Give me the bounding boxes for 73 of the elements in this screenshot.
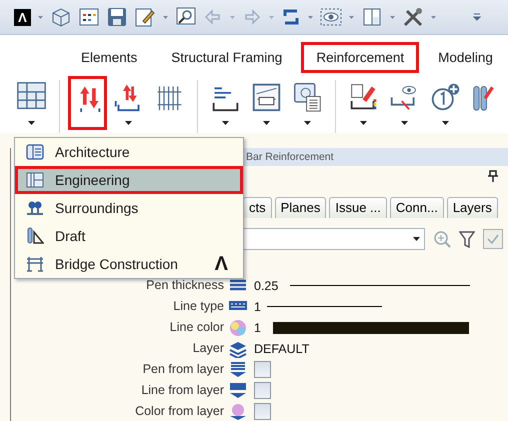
caret-icon[interactable] — [222, 121, 229, 125]
eye-icon[interactable] — [320, 6, 342, 28]
checkbox[interactable] — [254, 403, 271, 420]
property-value[interactable]: 0.25 — [254, 278, 278, 292]
check-button[interactable] — [483, 229, 503, 249]
caret-icon[interactable] — [28, 121, 35, 125]
panel-icon[interactable] — [361, 6, 383, 28]
menu-item[interactable]: Bridge Construction Λ — [15, 250, 243, 278]
menu-item-label: Architecture — [55, 144, 130, 160]
pen-layer-icon — [228, 360, 248, 378]
group-label: Bar Reinforcement — [243, 148, 508, 166]
menu-item-label: Bridge Construction — [55, 256, 178, 272]
menu-item-label: Surroundings — [55, 200, 138, 216]
layer-icon — [228, 340, 248, 358]
edit-icon[interactable] — [134, 6, 156, 28]
dimension-icon[interactable] — [251, 81, 282, 112]
caret-icon[interactable] — [442, 121, 449, 125]
palette-tab[interactable]: Conn... — [390, 197, 444, 218]
menu-item-label: Engineering — [55, 172, 130, 188]
menu-item-label: Draft — [55, 228, 86, 244]
tools-icon[interactable] — [402, 6, 424, 28]
property-value[interactable]: 1 — [254, 320, 261, 334]
property-value[interactable]: DEFAULT — [254, 342, 310, 356]
checkbox[interactable] — [254, 361, 271, 378]
property-label: Line type — [172, 298, 225, 315]
caret-icon[interactable] — [413, 237, 420, 241]
frame-icon[interactable] — [16, 81, 47, 112]
cube-icon[interactable] — [50, 6, 72, 28]
caret-icon[interactable] — [263, 121, 270, 125]
architecture-icon — [26, 143, 44, 161]
caret-icon[interactable] — [360, 121, 367, 125]
draft-icon — [26, 227, 44, 245]
property-label: Line color — [168, 319, 225, 336]
property-label: Pen from layer — [142, 361, 225, 378]
menu-item[interactable]: Surroundings — [15, 194, 243, 222]
ribbon-tab[interactable]: Elements — [66, 42, 152, 72]
caret-icon[interactable] — [125, 121, 132, 125]
ribbon-tab[interactable]: Reinforcement — [301, 42, 420, 72]
app-logo: Λ — [214, 252, 228, 276]
color-icon — [228, 318, 248, 336]
filter-icon[interactable] — [459, 230, 475, 248]
engineering-icon — [26, 171, 44, 189]
save-icon[interactable] — [106, 6, 128, 28]
surroundings-icon — [26, 199, 44, 217]
sheet-view-icon[interactable] — [292, 81, 323, 112]
menu-item[interactable]: Engineering — [15, 166, 243, 194]
checkbox[interactable] — [254, 382, 271, 399]
check-icon[interactable] — [487, 234, 499, 244]
caret-icon[interactable] — [304, 121, 311, 125]
color-swatch[interactable] — [272, 322, 469, 334]
property-label: Color from layer — [134, 403, 225, 420]
menu-item[interactable]: Draft — [15, 222, 243, 250]
pin-icon[interactable] — [488, 170, 498, 182]
property-label: Line from layer — [140, 382, 225, 399]
caret-icon[interactable] — [401, 121, 408, 125]
property-label: Layer — [192, 340, 225, 357]
palette-tab[interactable]: Planes — [274, 197, 326, 218]
number-add-icon[interactable] — [430, 81, 461, 112]
edit-tray-icon[interactable] — [348, 81, 379, 112]
customize-icon[interactable] — [473, 13, 481, 21]
app-logo[interactable]: Λ — [14, 8, 31, 26]
calendar-icon[interactable] — [78, 6, 100, 28]
property-label: Pen thickness — [145, 277, 225, 294]
palette-tab[interactable]: cts — [243, 197, 272, 218]
bridge-icon — [26, 255, 44, 273]
property-value[interactable]: 1 — [254, 300, 261, 314]
line-layer-icon — [228, 382, 248, 400]
palette-tab[interactable]: Layers — [446, 197, 498, 218]
menu-item[interactable]: Architecture — [15, 138, 243, 166]
palette-tab[interactable]: Issue ... — [329, 197, 387, 218]
ribbon-tab[interactable]: Structural Framing — [156, 42, 298, 72]
color-layer-icon — [228, 402, 248, 420]
ribbon-tab[interactable]: Modeling — [423, 42, 508, 72]
